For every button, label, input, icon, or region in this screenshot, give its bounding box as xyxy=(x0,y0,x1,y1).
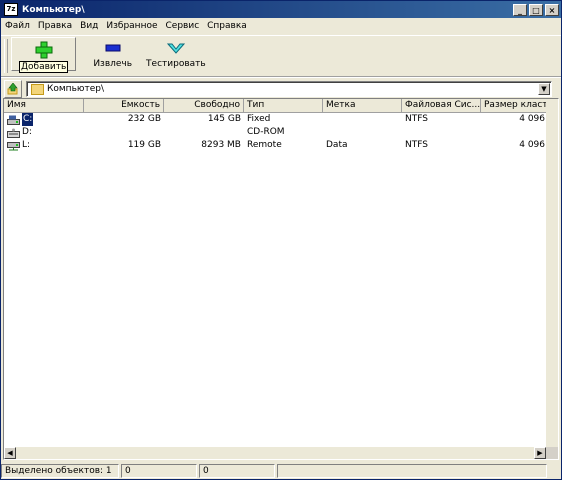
table-row[interactable]: D: CD-ROM xyxy=(4,126,558,139)
app-window: 7z Компьютер\ _ □ × Файл Правка Вид Избр… xyxy=(0,0,562,480)
table-row[interactable]: C: 232 GB 145 GB Fixed NTFS 4 096 xyxy=(4,113,558,126)
drive-free: 145 GB xyxy=(207,114,241,124)
menu-tools[interactable]: Сервис xyxy=(162,18,204,35)
test-button[interactable]: Тестировать xyxy=(139,36,213,70)
network-drive-icon xyxy=(7,141,20,151)
status-packed-size: 0 xyxy=(199,464,275,478)
drive-filesystem xyxy=(402,126,481,139)
scrollbar-corner xyxy=(546,447,558,459)
toolbar: Добавить Извлечь Тестировать xyxy=(1,35,561,77)
column-type[interactable]: Тип xyxy=(244,99,323,113)
address-bar: Компьютер\ ▼ xyxy=(1,77,561,100)
extract-button-label: Извлечь xyxy=(93,59,133,69)
status-size: 0 xyxy=(121,464,197,478)
add-button-label: Добавить xyxy=(19,61,69,73)
drive-name: L: xyxy=(22,140,31,150)
column-cluster-size[interactable]: Размер кластера xyxy=(481,99,548,113)
green-plus-icon xyxy=(34,41,54,59)
extract-button[interactable]: Извлечь xyxy=(86,36,139,70)
title-bar[interactable]: 7z Компьютер\ _ □ × xyxy=(1,1,561,18)
address-path: Компьютер\ xyxy=(47,84,104,94)
address-combobox[interactable]: Компьютер\ ▼ xyxy=(26,81,552,97)
status-bar: Выделено объектов: 1 0 0 xyxy=(1,462,561,479)
menu-help[interactable]: Справка xyxy=(203,18,251,35)
drive-free xyxy=(164,126,244,139)
menu-file[interactable]: Файл xyxy=(1,18,34,35)
address-dropdown-button[interactable]: ▼ xyxy=(538,83,550,95)
drive-capacity: 232 GB xyxy=(127,114,161,124)
up-folder-button[interactable] xyxy=(4,80,22,98)
drive-cluster-size: 4 096 xyxy=(519,140,545,150)
add-button[interactable]: Добавить xyxy=(11,37,77,73)
status-selected-count: Выделено объектов: 1 xyxy=(1,464,119,478)
drive-label xyxy=(323,113,402,126)
menu-bar: Файл Правка Вид Избранное Сервис Справка xyxy=(1,18,561,35)
scroll-left-button[interactable]: ◀ xyxy=(4,447,16,459)
drive-name: C: xyxy=(22,113,34,126)
hard-drive-icon xyxy=(7,115,20,125)
drive-label: Data xyxy=(326,140,348,150)
maximize-button[interactable]: □ xyxy=(529,3,543,16)
drive-name: D: xyxy=(22,127,32,137)
minimize-button[interactable]: _ xyxy=(513,3,527,16)
toolbar-grip[interactable] xyxy=(4,39,8,73)
cdrom-drive-icon xyxy=(7,128,20,138)
status-extra xyxy=(277,464,547,478)
horizontal-scrollbar[interactable]: ◀ ▶ xyxy=(4,447,546,459)
column-capacity[interactable]: Емкость xyxy=(84,99,164,113)
column-label[interactable]: Метка xyxy=(323,99,402,113)
list-header: Имя Емкость Свободно Тип Метка Файловая … xyxy=(4,99,558,113)
blue-minus-icon xyxy=(103,39,123,57)
file-list[interactable]: Имя Емкость Свободно Тип Метка Файловая … xyxy=(3,98,559,460)
drive-type: Fixed xyxy=(247,114,271,124)
menu-edit[interactable]: Правка xyxy=(34,18,76,35)
column-name[interactable]: Имя xyxy=(4,99,84,113)
menu-view[interactable]: Вид xyxy=(76,18,102,35)
vertical-scrollbar[interactable] xyxy=(546,99,558,447)
window-title: Компьютер\ xyxy=(22,4,85,15)
drive-capacity xyxy=(84,126,164,139)
column-free[interactable]: Свободно xyxy=(164,99,244,113)
test-button-label: Тестировать xyxy=(146,59,206,69)
drive-type: CD-ROM xyxy=(247,127,285,137)
drive-filesystem: NTFS xyxy=(405,114,428,124)
close-button[interactable]: × xyxy=(545,3,559,16)
app-logo-icon: 7z xyxy=(4,3,18,16)
cyan-check-icon xyxy=(166,39,186,57)
drive-cluster-size: 4 096 xyxy=(519,114,545,124)
drive-type: Remote xyxy=(247,140,282,150)
drive-free: 8293 MB xyxy=(201,140,241,150)
drive-capacity: 119 GB xyxy=(127,140,161,150)
menu-favorites[interactable]: Избранное xyxy=(102,18,161,35)
scroll-right-button[interactable]: ▶ xyxy=(534,447,546,459)
folder-icon xyxy=(31,83,44,95)
column-filesystem[interactable]: Файловая Сис... xyxy=(402,99,481,113)
drive-cluster-size xyxy=(481,126,548,139)
drive-label xyxy=(323,126,402,139)
table-row[interactable]: L: 119 GB 8293 MB Remote Data NTFS 4 096 xyxy=(4,139,558,152)
up-arrow-icon xyxy=(7,83,18,95)
drive-filesystem: NTFS xyxy=(405,140,428,150)
